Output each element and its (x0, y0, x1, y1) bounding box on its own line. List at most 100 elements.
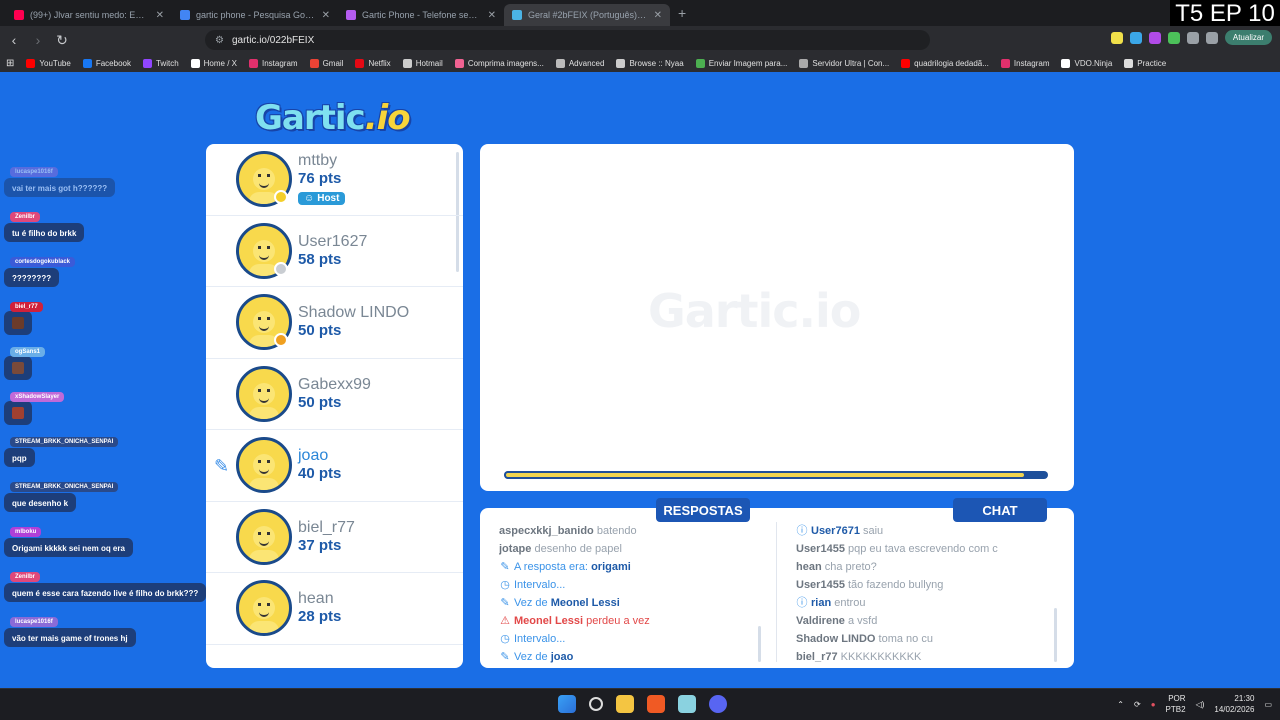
avatar-eyes (258, 603, 270, 607)
browser-tab[interactable]: (99+) Jlvar sentiu medo: Emocionante ✕ (6, 4, 172, 26)
bookmark-item[interactable]: Instagram (248, 58, 298, 68)
gartic-logo[interactable]: Gartic.io (255, 98, 411, 138)
answers-scrollbar[interactable] (758, 626, 761, 662)
bookmark-label: VDO.Ninja (1074, 58, 1113, 68)
message-text: a vsfd (847, 615, 878, 627)
forward-icon[interactable]: › (28, 32, 48, 48)
browser-tab[interactable]: Geral #2bFEIX (Português) - Gartic ✕ (504, 4, 670, 26)
avatar-eyes (258, 174, 270, 178)
player-avatar (236, 437, 292, 494)
keyboard-layout[interactable]: POR PTB2 (1166, 693, 1186, 715)
bookmark-item[interactable]: Comprima imagens... (454, 58, 544, 68)
player-row[interactable]: biel_r77 37 pts (206, 502, 463, 573)
player-name: joao (298, 447, 329, 465)
feed-line: jotape desenho de papel (499, 540, 761, 558)
chat-scrollbar[interactable] (1054, 608, 1057, 662)
bookmark-favicon-icon (901, 58, 911, 68)
bookmark-item[interactable]: YouTube (26, 58, 71, 68)
stream-chat-text: vai ter mais got h?????? (12, 184, 108, 193)
bookmark-favicon-icon (82, 58, 92, 68)
bookmark-label: Hotmail (415, 58, 443, 68)
player-row[interactable]: Gabexx99 50 pts (206, 359, 463, 430)
extension-icon[interactable] (1129, 31, 1142, 44)
player-row[interactable]: Shadow LINDO 50 pts (206, 287, 463, 359)
address-bar[interactable]: ⚙ gartic.io/022bFEIX (205, 30, 930, 50)
stream-chat-bubble: vai ter mais got h?????? (4, 178, 116, 197)
bookmark-item[interactable]: Home / X (190, 58, 237, 68)
file-explorer-icon[interactable] (616, 695, 634, 713)
reload-icon[interactable]: ↻ (52, 32, 72, 49)
close-tab-icon[interactable]: ✕ (322, 10, 330, 21)
player-info: Shadow LINDO 50 pts (298, 304, 409, 340)
player-row[interactable]: hean 28 pts (206, 573, 463, 645)
avatar-body (249, 406, 279, 419)
bookmark-item[interactable]: Enviar Imagem para... (695, 58, 787, 68)
tab-favicon-icon (346, 10, 356, 20)
stream-chat-bubble: que desenho k (4, 493, 77, 512)
stream-chat-message: ogSans1 (4, 340, 46, 380)
extension-icon[interactable] (1148, 31, 1161, 44)
windows-start-icon[interactable] (558, 695, 576, 713)
puzzle-icon[interactable] (1205, 31, 1218, 44)
player-avatar (236, 365, 292, 422)
stream-chat-username: STREAM_BRKK_ONICHA_SENPAI (10, 437, 119, 447)
info-icon: ⓘ (796, 597, 808, 609)
new-tab-button[interactable]: + (678, 5, 686, 21)
sync-icon[interactable]: ⟳ (1134, 700, 1141, 709)
brave-browser-icon[interactable] (647, 695, 665, 713)
drawing-canvas[interactable]: Gartic.io (480, 144, 1074, 491)
notifications-icon[interactable]: ▭ (1264, 700, 1272, 709)
system-text: saiu (863, 525, 884, 537)
microphone-icon[interactable]: ● (1151, 700, 1156, 709)
discord-icon[interactable] (709, 695, 727, 713)
apps-grid-icon[interactable]: ⊞ (6, 58, 14, 69)
bookmark-item[interactable]: Servidor Ultra | Con... (799, 58, 889, 68)
tab-favicon-icon (14, 10, 24, 20)
browser-tab[interactable]: Gartic Phone - Telefone sem fio ✕ (338, 4, 504, 26)
bookmark-item[interactable]: Gmail (309, 58, 343, 68)
player-row[interactable]: ✎ joao 40 pts (206, 430, 463, 502)
player-status-dot (274, 261, 288, 276)
site-info-icon[interactable]: ⚙ (215, 35, 224, 46)
bookmark-item[interactable]: Facebook (82, 58, 131, 68)
close-tab-icon[interactable]: ✕ (156, 10, 164, 21)
player-row[interactable]: mttby 76 pts ☺ Host (206, 144, 463, 216)
player-points: 40 pts (298, 465, 342, 483)
bookmark-item[interactable]: Advanced (555, 58, 604, 68)
bookmark-item[interactable]: Twitch (142, 58, 179, 68)
bookmark-item[interactable]: quadrilogia dedadã... (901, 58, 989, 68)
extension-icon[interactable] (1186, 31, 1199, 44)
search-icon[interactable] (589, 697, 603, 711)
bookmark-item[interactable]: Instagram (1000, 58, 1049, 68)
chevron-up-icon[interactable]: ⌃ (1117, 700, 1124, 709)
bookmark-label: YouTube (39, 58, 71, 68)
update-button[interactable]: Atualizar (1224, 30, 1272, 45)
back-icon[interactable]: ‹ (4, 32, 24, 48)
stream-chat-bubble (4, 311, 32, 335)
bookmark-item[interactable]: Browse :: Nyaa (616, 58, 684, 68)
stream-chat-message: xShadowSlayer (4, 385, 65, 425)
close-tab-icon[interactable]: ✕ (654, 10, 662, 21)
close-tab-icon[interactable]: ✕ (488, 10, 496, 21)
player-points: 28 pts (298, 608, 342, 626)
extension-icon[interactable] (1110, 31, 1123, 44)
emote-icon (12, 317, 24, 329)
player-info: mttby 76 pts ☺ Host (298, 152, 346, 206)
bookmark-item[interactable]: Netflix (355, 58, 391, 68)
player-info: joao 40 pts (298, 447, 341, 483)
bookmark-item[interactable]: Practice (1124, 58, 1166, 68)
extension-icon[interactable] (1167, 31, 1180, 44)
volume-icon[interactable]: ◁) (1196, 700, 1205, 709)
system-highlight: User7671 (811, 525, 860, 537)
stream-chat-text: tu é filho do brkk (12, 229, 77, 238)
bookmark-item[interactable]: Hotmail (402, 58, 443, 68)
bookmark-item[interactable]: VDO.Ninja (1061, 58, 1113, 68)
feed-line: ⚠ Meonel Lessi perdeu a vez (499, 612, 761, 630)
clock[interactable]: 21:30 14/02/2026 (1214, 693, 1254, 715)
player-points: 37 pts (298, 536, 342, 554)
message-author: jotape (499, 543, 532, 555)
app-icon[interactable] (678, 695, 696, 713)
browser-tab[interactable]: gartic phone - Pesquisa Google ✕ (172, 4, 338, 26)
feed-line: ◷ Intervalo... (499, 630, 761, 648)
player-row[interactable]: User1627 58 pts (206, 216, 463, 287)
